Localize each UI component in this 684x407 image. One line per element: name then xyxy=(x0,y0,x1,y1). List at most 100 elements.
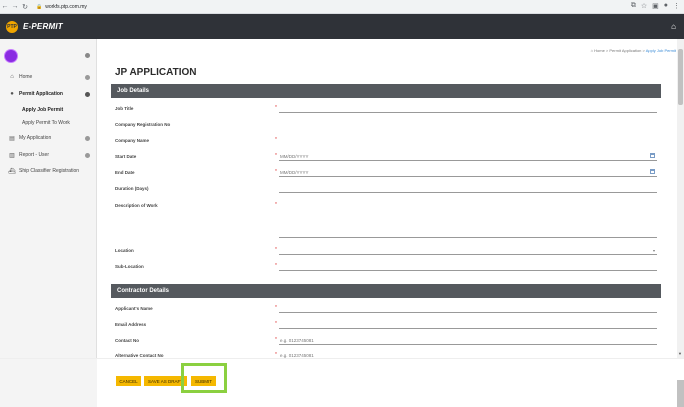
sidebar-subitem-apply-permit-to-work[interactable]: Apply Permit To Work xyxy=(22,120,70,126)
brand-title[interactable]: E-PERMIT xyxy=(23,22,63,31)
chevron-icon xyxy=(85,135,90,141)
org-logo xyxy=(5,50,17,62)
field-duration: Duration (Days) xyxy=(115,184,661,195)
scroll-down-icon[interactable]: ▼ xyxy=(678,351,682,356)
calendar-icon[interactable] xyxy=(650,169,655,174)
breadcrumb-parent[interactable]: Permit Application xyxy=(609,48,641,53)
required-mark: * xyxy=(275,153,277,159)
field-location: Location * ▾ xyxy=(115,246,661,257)
sidebar: ⌂ Home ● Permit Application Apply Job Pe… xyxy=(0,39,97,407)
home-icon: ⌂ xyxy=(10,74,14,80)
required-mark: * xyxy=(275,247,277,253)
home-icon: ⌂ xyxy=(590,48,593,53)
browser-actions: ⧉ ☆ ▣ ● ⋮ xyxy=(631,2,680,10)
settings-icon[interactable] xyxy=(85,53,90,58)
app-header: PTP E-PERMIT ⌂ xyxy=(0,14,684,39)
lower-scrollbar[interactable] xyxy=(677,380,684,407)
scrollbar-thumb[interactable] xyxy=(678,49,683,105)
description-textarea[interactable] xyxy=(279,206,657,238)
section-header-job-details: Job Details xyxy=(111,84,661,98)
breadcrumb: ⌂ Home > Permit Application > Apply Job … xyxy=(591,48,676,53)
calendar-icon[interactable] xyxy=(650,153,655,158)
page-scrollbar[interactable]: ▼ xyxy=(677,39,684,358)
sidebar-item-my-application[interactable]: ▤ My Application xyxy=(0,130,97,146)
document-icon: ▤ xyxy=(9,135,15,142)
sidebar-footer xyxy=(0,359,97,407)
submit-highlight-box xyxy=(181,363,227,393)
sidebar-subitem-apply-job-permit[interactable]: Apply Job Permit xyxy=(22,107,63,113)
sidebar-item-ship-classifier[interactable]: ⛴ Ship Classifier Registration xyxy=(0,163,97,179)
field-label: Sub-Location xyxy=(115,264,144,269)
field-contact-no: Contact No * xyxy=(115,336,661,347)
field-label: Company Registration No xyxy=(115,122,171,127)
profile-icon[interactable]: ● xyxy=(664,2,668,10)
field-applicant-name: Applicant's Name * xyxy=(115,304,661,315)
breadcrumb-separator: > xyxy=(642,48,645,53)
end-date-input[interactable] xyxy=(279,168,657,177)
required-mark: * xyxy=(275,105,277,111)
field-label: Job Title xyxy=(115,106,134,111)
field-label: Duration (Days) xyxy=(115,186,149,191)
address-bar[interactable]: 🔒 workfs.ptp.com.my xyxy=(36,4,87,10)
reload-icon[interactable]: ↻ xyxy=(20,3,30,11)
field-label: Location xyxy=(115,248,134,253)
extensions-icon[interactable]: ▣ xyxy=(652,2,659,10)
duration-input[interactable] xyxy=(279,184,657,193)
required-mark: * xyxy=(275,137,277,143)
field-label: End Date xyxy=(115,170,135,175)
contact-no-input[interactable] xyxy=(279,336,657,345)
menu-icon[interactable]: ⋮ xyxy=(673,2,680,10)
forward-icon[interactable]: → xyxy=(10,3,20,10)
action-bar: CANCEL SAVE AS DRAFT SUBMIT xyxy=(0,358,684,407)
email-input[interactable] xyxy=(279,320,657,329)
field-email: Email Address * xyxy=(115,320,661,331)
page-title: JP APPLICATION xyxy=(115,67,197,78)
start-date-input[interactable] xyxy=(279,152,657,161)
sidebar-item-home[interactable]: ⌂ Home xyxy=(0,69,97,85)
brand-logo[interactable]: PTP xyxy=(6,20,18,33)
field-start-date: Start Date * xyxy=(115,152,661,163)
breadcrumb-current[interactable]: Apply Job Permit xyxy=(646,48,676,53)
sidebar-item-report-user[interactable]: ▥ Report - User xyxy=(0,147,97,163)
circle-icon: ● xyxy=(10,91,14,97)
field-label: Company Name xyxy=(115,138,150,143)
job-title-input[interactable] xyxy=(279,104,657,113)
chevron-icon xyxy=(85,91,90,97)
required-mark: * xyxy=(275,263,277,269)
main-content: ⌂ Home > Permit Application > Apply Job … xyxy=(97,39,676,358)
home-icon[interactable]: ⌂ xyxy=(671,22,676,31)
location-select[interactable] xyxy=(279,246,657,255)
applicant-name-input[interactable] xyxy=(279,304,657,313)
back-icon[interactable]: ← xyxy=(0,3,10,10)
section-header-contractor-details: Contractor Details xyxy=(111,284,661,298)
field-label: Email Address xyxy=(115,322,147,327)
chevron-down-icon: ▾ xyxy=(652,248,655,253)
sidebar-item-label: Ship Classifier Registration xyxy=(19,168,80,174)
field-company-name: Company Name * xyxy=(115,137,661,147)
sidebar-item-label: Home xyxy=(19,74,33,80)
chevron-icon xyxy=(85,152,90,158)
breadcrumb-separator: > xyxy=(605,48,609,53)
share-icon[interactable]: ⧉ xyxy=(631,2,636,10)
logo-text: PTP xyxy=(7,23,17,30)
sidebar-item-label: Report - User xyxy=(19,152,50,158)
field-label: Applicant's Name xyxy=(115,306,153,311)
alt-contact-input[interactable] xyxy=(279,351,657,358)
field-label: Description of Work xyxy=(115,203,158,208)
cancel-button[interactable]: CANCEL xyxy=(116,376,141,386)
star-icon[interactable]: ☆ xyxy=(641,2,647,10)
required-mark: * xyxy=(275,321,277,327)
lock-icon: 🔒 xyxy=(36,3,43,10)
field-end-date: End Date * xyxy=(115,168,661,179)
field-company-reg: Company Registration No xyxy=(115,121,661,131)
sidebar-item-label: Permit Application xyxy=(19,91,63,97)
breadcrumb-home[interactable]: Home xyxy=(594,48,605,53)
field-label: Contact No xyxy=(115,338,139,343)
sub-location-input[interactable] xyxy=(279,262,657,271)
required-mark: * xyxy=(275,202,277,208)
field-label: Start Date xyxy=(115,154,137,159)
sidebar-item-permit-application[interactable]: ● Permit Application xyxy=(0,86,97,102)
sidebar-item-label: My Application xyxy=(19,135,52,141)
required-mark: * xyxy=(275,169,277,175)
required-mark: * xyxy=(275,305,277,311)
